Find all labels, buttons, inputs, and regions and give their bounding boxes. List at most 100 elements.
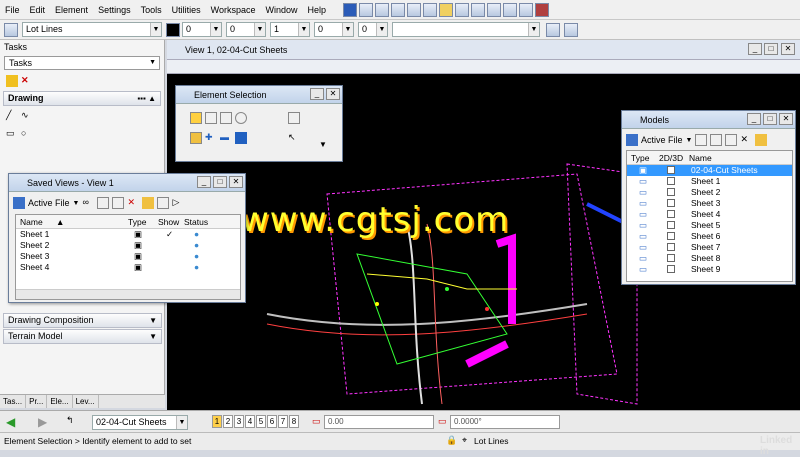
column-name[interactable]: Name	[689, 153, 712, 163]
link-icon[interactable]: ∞	[82, 197, 94, 209]
model-select[interactable]: 02-04-Cut Sheets ▼	[92, 415, 188, 430]
copy-icon[interactable]	[359, 2, 374, 17]
play-icon[interactable]: ▷	[172, 197, 184, 209]
block-selection-icon[interactable]	[205, 112, 217, 124]
column-status[interactable]: Status	[184, 217, 208, 227]
column-2d3d[interactable]: 2D/3D	[659, 153, 683, 163]
menu-workspace[interactable]: Workspace	[206, 0, 261, 20]
chevron-down-icon[interactable]: ▼	[73, 200, 80, 207]
menu-utilities[interactable]: Utilities	[167, 0, 206, 20]
minimize-icon[interactable]: _	[748, 43, 762, 55]
menu-tools[interactable]: Tools	[136, 0, 167, 20]
status-level[interactable]: Lot Lines	[474, 436, 509, 446]
minimize-icon[interactable]: _	[310, 88, 324, 100]
menu-settings[interactable]: Settings	[93, 0, 136, 20]
minimize-icon[interactable]: _	[747, 113, 761, 125]
circle-selection-icon[interactable]	[235, 112, 247, 124]
view-button-2[interactable]: 2	[223, 415, 233, 428]
close-icon[interactable]: ✕	[326, 88, 340, 100]
info-icon[interactable]	[519, 2, 534, 17]
saved-views-source[interactable]: Active File	[28, 198, 70, 208]
active-style-select[interactable]: 0 ▼	[226, 22, 266, 37]
tab-tasks[interactable]: Tas...	[0, 395, 27, 408]
close-icon[interactable]: ✕	[779, 113, 793, 125]
chevron-down-icon[interactable]: ▼	[686, 137, 693, 144]
add-mode-icon[interactable]: ✚	[205, 132, 217, 144]
view-button-3[interactable]: 3	[234, 415, 244, 428]
tasks-dropdown[interactable]: Tasks ▼	[4, 56, 160, 70]
menu-file[interactable]: File	[0, 0, 25, 20]
table-row[interactable]: ▭ Sheet 6	[627, 231, 792, 242]
models-source[interactable]: Active File	[641, 135, 683, 145]
section-drawing[interactable]: Drawing ▪▪▪ ▲	[3, 91, 161, 106]
close-icon[interactable]: ✕	[229, 176, 243, 188]
open-icon[interactable]	[375, 2, 390, 17]
active-template-select[interactable]: ▼	[392, 22, 540, 37]
maximize-icon[interactable]: □	[764, 43, 778, 55]
lock-icon[interactable]: 🔒	[446, 435, 457, 446]
column-name[interactable]: Name	[20, 217, 43, 227]
no-selection-icon[interactable]	[288, 112, 300, 124]
render-icon[interactable]	[471, 2, 486, 17]
delete-icon[interactable]: ✕	[127, 197, 139, 209]
delete-icon[interactable]: ✕	[740, 134, 752, 146]
copy-model-icon[interactable]	[710, 134, 723, 146]
forward-icon[interactable]: ▶	[38, 415, 47, 429]
folder-icon[interactable]	[755, 134, 768, 146]
table-row[interactable]: ▭ Sheet 4	[627, 209, 792, 220]
circle-icon[interactable]: ○	[21, 128, 33, 140]
table-row[interactable]: Sheet 4 ▣ ●	[16, 262, 240, 273]
level-manager-icon[interactable]	[423, 2, 438, 17]
element-selection-tool-icon[interactable]	[343, 2, 358, 17]
level-display-icon[interactable]	[439, 2, 454, 17]
tab-properties[interactable]: Pr...	[26, 395, 48, 408]
menu-edit[interactable]: Edit	[25, 0, 51, 20]
column-type[interactable]: Type	[128, 217, 146, 227]
angle-field[interactable]: 0.0000°	[450, 415, 560, 429]
tab-levels[interactable]: Lev...	[73, 395, 99, 408]
active-level-select[interactable]: Lot Lines ▼	[22, 22, 162, 37]
table-row[interactable]: ▣ 02-04-Cut Sheets	[627, 165, 792, 176]
table-row[interactable]: ▭ Sheet 2	[627, 187, 792, 198]
maximize-icon[interactable]: □	[213, 176, 227, 188]
element-selection-icon[interactable]	[6, 75, 18, 87]
line-icon[interactable]: ╱	[6, 110, 18, 122]
table-row[interactable]: ▭ Sheet 7	[627, 242, 792, 253]
menu-element[interactable]: Element	[50, 0, 93, 20]
new-mode-icon[interactable]	[190, 132, 202, 144]
table-row[interactable]: ▭ Sheet 8	[627, 253, 792, 264]
active-weight-select[interactable]: 1 ▼	[270, 22, 310, 37]
font-icon[interactable]	[564, 23, 578, 37]
active-priority-select[interactable]: 0 ▼	[358, 22, 388, 37]
up-level-icon[interactable]: ↰	[66, 415, 74, 426]
view-button-5[interactable]: 5	[256, 415, 266, 428]
view-button-4[interactable]: 4	[245, 415, 255, 428]
individual-selection-icon[interactable]	[190, 112, 202, 124]
invert-mode-icon[interactable]	[235, 132, 247, 144]
table-row[interactable]: ▭ Sheet 3	[627, 198, 792, 209]
table-row[interactable]: Sheet 1 ▣ ✓ ●	[16, 229, 240, 240]
maximize-icon[interactable]: □	[763, 113, 777, 125]
edit-model-icon[interactable]	[725, 134, 738, 146]
minimize-icon[interactable]: _	[197, 176, 211, 188]
section-drawing-composition[interactable]: Drawing Composition ▼	[3, 313, 162, 328]
shape-selection-icon[interactable]	[220, 112, 232, 124]
x-coordinate-field[interactable]: 0.00	[324, 415, 434, 429]
compass-icon[interactable]	[503, 2, 518, 17]
design-history-icon[interactable]	[535, 2, 550, 17]
view-button-8[interactable]: 8	[289, 415, 299, 428]
expand-icon[interactable]: ▼	[319, 140, 327, 149]
table-row[interactable]: ▭ Sheet 9	[627, 264, 792, 275]
horizontal-scrollbar[interactable]	[16, 289, 240, 299]
active-color-select[interactable]: 0 ▼	[182, 22, 222, 37]
table-row[interactable]: Sheet 2 ▣ ●	[16, 240, 240, 251]
table-row[interactable]: Sheet 3 ▣ ●	[16, 251, 240, 262]
save-view-icon[interactable]	[97, 197, 110, 209]
column-show[interactable]: Show	[158, 217, 179, 227]
pointer-icon[interactable]: ↖	[288, 132, 300, 144]
column-type[interactable]: Type	[631, 153, 649, 163]
menu-window[interactable]: Window	[260, 0, 302, 20]
apply-view-icon[interactable]	[112, 197, 125, 209]
folder-icon[interactable]	[142, 197, 155, 209]
new-model-icon[interactable]	[695, 134, 708, 146]
